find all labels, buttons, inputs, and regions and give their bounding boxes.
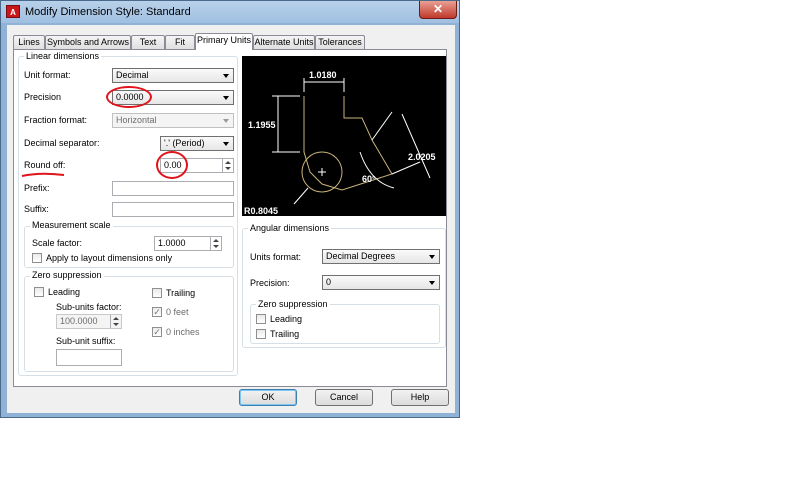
top-dimension-text: 1.0180 [309, 70, 337, 80]
fraction-format-value: Horizontal [116, 115, 157, 125]
zero-inches-label: 0 inches [166, 327, 200, 337]
preview-drawing: 1.0180 1.1955 2.0205 60° R0.8045 [244, 70, 436, 216]
radius-text: R0.8045 [244, 206, 278, 216]
spin-down-icon [225, 167, 231, 170]
unit-format-select[interactable]: Decimal [112, 68, 234, 83]
chevron-down-icon [223, 74, 229, 78]
part-outline [303, 96, 393, 191]
cancel-button[interactable]: Cancel [315, 389, 373, 406]
left-dimension-text: 1.1955 [248, 120, 276, 130]
zero-suppression-linear-label: Zero suppression [30, 270, 104, 280]
dimension-preview: 1.0180 1.1955 2.0205 60° R0.8045 [242, 56, 446, 216]
sub-units-factor-input[interactable]: 100.0000 [56, 314, 122, 329]
tab-symbols-and-arrows[interactable]: Symbols and Arrows [45, 35, 131, 49]
leading-checkbox[interactable] [34, 287, 44, 297]
angle-text: 60° [362, 174, 376, 184]
chevron-down-icon [223, 96, 229, 100]
angular-units-format-label: Units format: [250, 252, 302, 262]
zero-suppression-angular-label: Zero suppression [256, 299, 330, 309]
sub-unit-suffix-input[interactable] [56, 349, 122, 366]
sub-units-factor-value: 100.0000 [60, 316, 98, 326]
autocad-app-icon: A [6, 5, 20, 18]
apply-layout-label: Apply to layout dimensions only [46, 253, 173, 263]
ok-button[interactable]: OK [239, 389, 297, 406]
angular-precision-value: 0 [326, 277, 332, 287]
red-underline-annotation [21, 172, 65, 177]
decimal-separator-label: Decimal separator: [24, 138, 100, 148]
chevron-down-icon [223, 119, 229, 123]
round-off-label: Round off: [24, 160, 66, 170]
scale-factor-label: Scale factor: [32, 238, 83, 248]
zero-feet-label: 0 feet [166, 307, 189, 317]
zero-feet-checkbox[interactable]: ✓ [152, 307, 162, 317]
spin-up-icon [213, 239, 219, 242]
tab-fit[interactable]: Fit [165, 35, 195, 49]
precision-label: Precision [24, 92, 62, 102]
chevron-down-icon [223, 142, 229, 146]
decimal-separator-select[interactable]: '.' (Period) [160, 136, 234, 151]
suffix-input[interactable] [112, 202, 234, 217]
chevron-down-icon [429, 281, 435, 285]
primary-units-panel: Linear dimensions Unit format: Decimal P… [13, 49, 447, 387]
leading-label: Leading [48, 287, 81, 297]
measurement-scale-label: Measurement scale [30, 220, 113, 230]
right-dimension-text: 2.0205 [408, 152, 436, 162]
scale-factor-value: 1.0000 [158, 238, 186, 248]
window-title: Modify Dimension Style: Standard [25, 6, 191, 18]
unit-format-value: Decimal [116, 70, 149, 80]
dialog-client-area: Lines Symbols and Arrows Text Fit Primar… [7, 25, 455, 413]
close-button[interactable]: ✕ [419, 1, 457, 19]
prefix-label: Prefix: [24, 183, 50, 193]
scale-factor-spinner[interactable] [210, 237, 221, 250]
linear-dimensions-label: Linear dimensions [24, 51, 102, 61]
trailing-label: Trailing [166, 288, 196, 298]
angular-dimensions-label: Angular dimensions [248, 223, 332, 233]
unit-format-label: Unit format: [24, 70, 71, 80]
angular-trailing-checkbox[interactable] [256, 329, 266, 339]
angular-leading-checkbox[interactable] [256, 314, 266, 324]
angular-precision-select[interactable]: 0 [322, 275, 440, 290]
tab-alternate-units[interactable]: Alternate Units [253, 35, 315, 49]
red-circle-annotation [156, 151, 188, 179]
help-button[interactable]: Help [391, 389, 449, 406]
fraction-format-select[interactable]: Horizontal [112, 113, 234, 128]
angular-units-format-select[interactable]: Decimal Degrees [322, 249, 440, 264]
modify-dimension-style-dialog: A Modify Dimension Style: Standard ✕ Lin… [0, 0, 460, 418]
chevron-down-icon [429, 255, 435, 259]
scale-factor-input[interactable]: 1.0000 [154, 236, 222, 251]
spin-down-icon [213, 245, 219, 248]
angular-units-format-value: Decimal Degrees [326, 251, 396, 261]
radius-leader [293, 187, 309, 205]
zero-inches-checkbox[interactable]: ✓ [152, 327, 162, 337]
title-bar[interactable]: A Modify Dimension Style: Standard [1, 1, 459, 23]
prefix-input[interactable] [112, 181, 234, 196]
trailing-checkbox[interactable] [152, 288, 162, 298]
tab-text[interactable]: Text [131, 35, 165, 49]
tab-lines[interactable]: Lines [13, 35, 45, 49]
decimal-separator-value: '.' (Period) [164, 138, 205, 148]
sub-units-factor-spinner[interactable] [110, 315, 121, 328]
spin-up-icon [225, 161, 231, 164]
round-off-spinner[interactable] [222, 159, 233, 172]
sub-units-factor-label: Sub-units factor: [56, 302, 122, 312]
angular-trailing-label: Trailing [270, 329, 300, 339]
spin-up-icon [113, 317, 119, 320]
apply-layout-checkbox[interactable] [32, 253, 42, 263]
fraction-format-label: Fraction format: [24, 115, 88, 125]
red-circle-annotation [106, 86, 152, 108]
angular-precision-label: Precision: [250, 278, 290, 288]
suffix-label: Suffix: [24, 204, 49, 214]
angular-leading-label: Leading [270, 314, 303, 324]
tab-tolerances[interactable]: Tolerances [315, 35, 365, 49]
tab-primary-units[interactable]: Primary Units [195, 33, 253, 50]
sub-unit-suffix-label: Sub-unit suffix: [56, 336, 116, 346]
spin-down-icon [113, 323, 119, 326]
